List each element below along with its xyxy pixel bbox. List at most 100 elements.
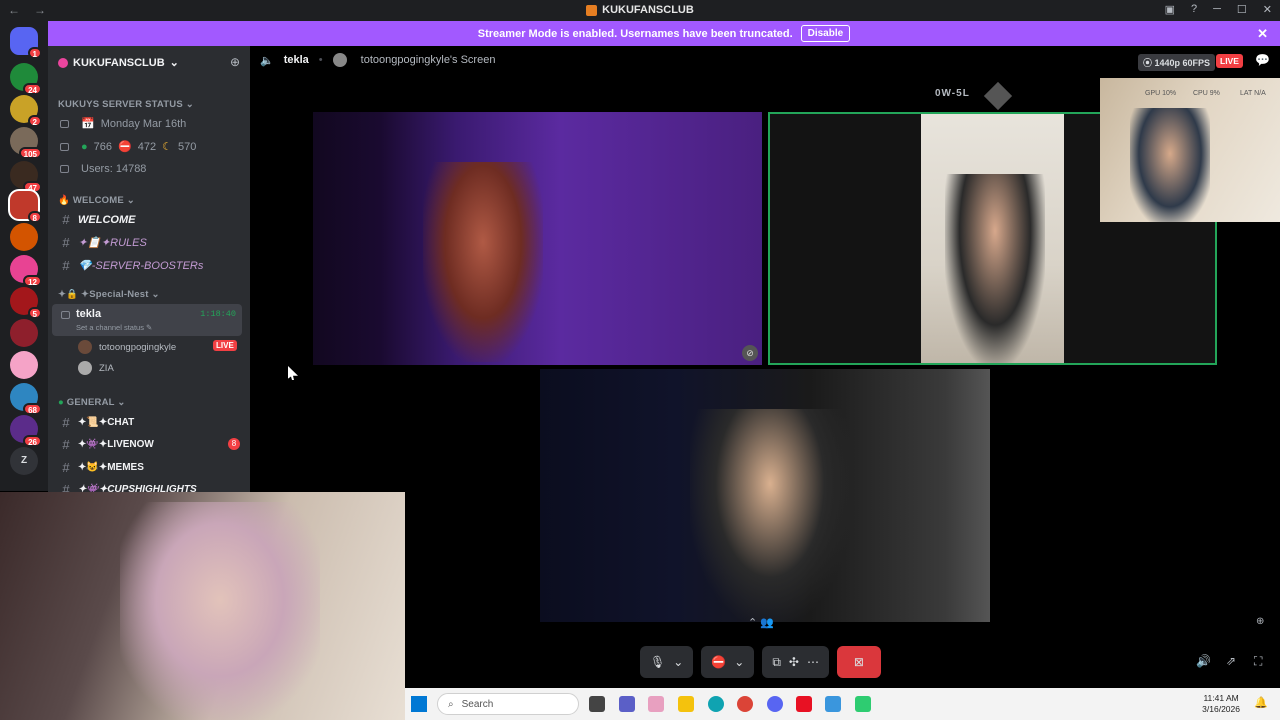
voice-user-kyle[interactable]: totoongpogingkyle	[78, 340, 176, 354]
clock-time: 11:41 AM	[1203, 693, 1239, 703]
chevron-down-icon[interactable]: ⌄	[673, 655, 683, 669]
chrome-icon[interactable]	[737, 696, 753, 712]
guild-icon[interactable]: 47	[10, 161, 42, 193]
category-welcome[interactable]: 🔥 WELCOME ⌄	[58, 195, 135, 206]
guild-unread-badge: 2	[27, 115, 42, 127]
voice-channel-tekla[interactable]: tekla Set a channel status ✎ 1:18:40	[52, 304, 242, 336]
guild-icon[interactable]: 24	[10, 63, 42, 95]
app-icon[interactable]	[825, 696, 841, 712]
stop-stream-icon: ⊠	[853, 655, 864, 669]
notification-bell-icon[interactable]: 🔔	[1254, 696, 1268, 709]
discord-icon[interactable]	[767, 696, 783, 712]
guild-unread-badge: 105	[18, 147, 42, 159]
close-icon[interactable]: ✕	[1257, 26, 1268, 42]
status-row-date[interactable]: 📅 Monday Mar 16th	[60, 117, 186, 130]
activities-icon[interactable]: ✣	[789, 655, 799, 669]
set-channel-status-link[interactable]: Set a channel status ✎	[76, 323, 152, 332]
guild-icon[interactable]	[10, 319, 38, 347]
guild-icon[interactable]: 2	[10, 95, 42, 127]
participant-silhouette	[690, 409, 850, 622]
guild-folder-z-icon[interactable]: Z	[10, 447, 38, 475]
dnd-dot-icon: ⛔	[118, 141, 132, 153]
guild-unread-badge: 8	[27, 211, 42, 223]
mic-toggle-button[interactable]: 🎙 ⌄	[640, 646, 694, 678]
window-title: KUKUFANSCLUB	[0, 4, 1280, 16]
server-list: 1 24 2 105 47 8 12 5 68 26 Z	[0, 21, 48, 491]
help-icon[interactable]: ?	[1191, 3, 1197, 16]
voice-user-name: totoongpogingkyle	[99, 341, 177, 353]
maximize-icon[interactable]: ☐	[1237, 3, 1247, 16]
copilot-icon[interactable]	[648, 696, 664, 712]
invite-people-icon[interactable]: ⊕	[230, 55, 240, 69]
guild-unread-badge: 26	[23, 435, 42, 447]
edge-icon[interactable]	[708, 696, 724, 712]
guild-icon[interactable]: 68	[10, 383, 42, 415]
camera-toggle-button[interactable]: ⛔ ⌄	[701, 646, 755, 678]
category-server-status[interactable]: KUKUYS SERVER STATUS ⌄	[58, 99, 194, 110]
guild-icon[interactable]: 12	[10, 255, 42, 287]
channel-cupshighlights[interactable]: # ✦👾✦CUPSHIGHLIGHTS	[60, 482, 196, 492]
streamer-silhouette	[120, 502, 320, 720]
popout-icon[interactable]: ⇗	[1226, 654, 1236, 668]
voice-user-zia[interactable]: ZIA	[78, 361, 114, 375]
user-count: Users: 14788	[81, 163, 147, 175]
category-label: KUKUYS SERVER STATUS	[58, 99, 183, 110]
chevron-down-icon[interactable]: ⌄	[734, 655, 744, 669]
speaker-icon: 🔈	[260, 54, 274, 67]
fullscreen-icon[interactable]: ⛶	[1254, 654, 1262, 669]
home-unread-badge: 1	[27, 47, 42, 59]
window-controls: ▣ ? ─ ☐ ✕	[1165, 3, 1272, 16]
guild-icon[interactable]: 5	[10, 287, 42, 319]
category-special-nest[interactable]: ✦🔒 ✦Special-Nest ⌄	[58, 289, 160, 300]
channel-memes[interactable]: # ✦😺✦MEMES	[60, 460, 144, 475]
video-tile-participant-3[interactable]	[540, 369, 990, 622]
channel-server-boosters[interactable]: # 💎-SERVER-BOOSTERs	[60, 258, 203, 273]
home-discord-icon[interactable]: 1	[10, 27, 42, 59]
app-icon[interactable]	[796, 696, 812, 712]
server-header[interactable]: KUKUFANSCLUB ⌄	[58, 56, 179, 69]
system-tray-clock[interactable]: 11:41 AM 3/16/2026	[1202, 693, 1240, 715]
guild-icon-active[interactable]: 8	[10, 191, 42, 223]
inbox-icon[interactable]: ▣	[1165, 3, 1175, 16]
screen-share-icon[interactable]: ⧉	[772, 655, 781, 670]
channel-label: WELCOME	[78, 213, 136, 226]
category-general[interactable]: ● GENERAL ⌄	[58, 397, 125, 408]
app-icon[interactable]	[855, 696, 871, 712]
server-name: KUKUFANSCLUB	[73, 56, 165, 69]
activity-buttons: ⧉ ✣ ⋯	[762, 646, 829, 678]
guild-icon[interactable]: 105	[10, 127, 42, 159]
guild-icon[interactable]: 26	[10, 415, 42, 447]
status-row-presence[interactable]: ● 766 ⛔ 472 ☾ 570	[60, 140, 196, 153]
task-view-icon[interactable]	[589, 696, 605, 712]
channel-chat[interactable]: # ✦📜✦CHAT	[60, 415, 134, 430]
window-title-text: KUKUFANSCLUB	[602, 4, 694, 16]
volume-icon[interactable]: 🔊	[1196, 654, 1211, 668]
muted-video-icon: ⊘	[742, 345, 758, 361]
taskbar-search[interactable]: ⌕ Search	[437, 693, 579, 715]
status-row-users[interactable]: Users: 14788	[60, 163, 146, 175]
online-count: 766	[93, 140, 113, 153]
hash-icon: #	[62, 437, 70, 452]
disable-streamer-mode-button[interactable]: Disable	[800, 25, 851, 42]
close-window-icon[interactable]: ✕	[1263, 3, 1272, 16]
screen-share-label[interactable]: totoongpogingkyle's Screen	[361, 54, 496, 66]
clock-date: 3/16/2026	[1202, 704, 1240, 714]
channel-livenow[interactable]: # ✦👾✦LIVENOW	[60, 437, 154, 452]
teams-icon[interactable]	[619, 696, 635, 712]
more-options-icon[interactable]: ⋯	[807, 655, 819, 669]
zoom-icon[interactable]: ⊕	[1256, 616, 1264, 627]
minimize-icon[interactable]: ─	[1213, 3, 1221, 16]
guild-icon[interactable]	[10, 351, 38, 379]
guild-icon[interactable]	[10, 223, 38, 251]
video-tile-participant-1[interactable]: ⊘	[313, 112, 762, 365]
avatar	[332, 53, 347, 67]
chat-bubble-icon[interactable]: 💬	[1255, 53, 1270, 67]
file-explorer-icon[interactable]	[678, 696, 694, 712]
channel-rules[interactable]: # ✦📋✦RULES	[60, 235, 146, 250]
online-dot-icon: ●	[81, 140, 88, 153]
windows-start-icon[interactable]	[411, 696, 427, 712]
leave-call-button[interactable]: ⊠	[836, 646, 881, 678]
channel-welcome[interactable]: # WELCOME	[60, 212, 135, 227]
taskbar-search-label: Search	[461, 698, 494, 710]
show-participants-icon[interactable]: ⌃ 👥	[748, 616, 774, 629]
